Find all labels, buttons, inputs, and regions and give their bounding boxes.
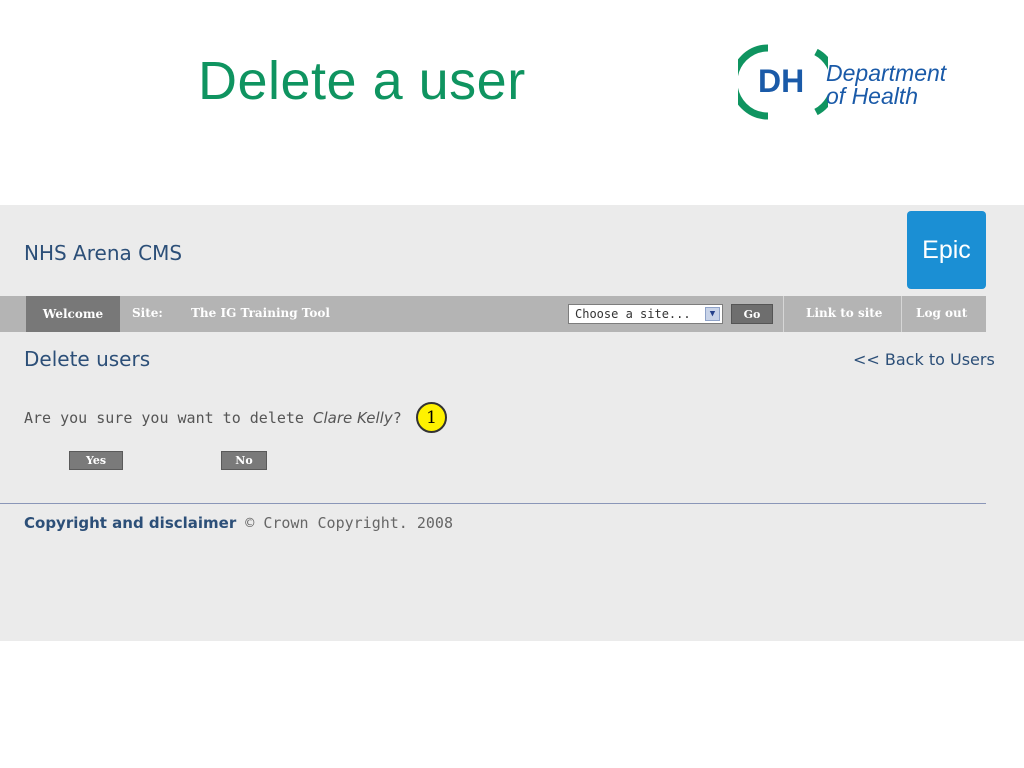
dh-wordmark: Department of Health (826, 62, 946, 108)
department-of-health-logo: DH Department of Health (738, 40, 988, 122)
nav-separator (901, 296, 902, 332)
copyright-disclaimer-link[interactable]: Copyright and disclaimer (24, 514, 236, 532)
cms-screenshot: NHS Arena CMS Epic Welcome Site: The IG … (0, 205, 1024, 641)
confirm-message: Are you sure you want to delete Clare Ke… (24, 409, 402, 427)
nav-tab-welcome[interactable]: Welcome (26, 296, 120, 332)
go-button[interactable]: Go (731, 304, 773, 324)
confirm-prefix: Are you sure you want to delete (24, 409, 313, 427)
callout-marker: 1 (416, 402, 447, 433)
footer-copyright-text: © Crown Copyright. 2008 (236, 514, 453, 532)
nav-separator (783, 296, 784, 332)
back-to-users-link[interactable]: << Back to Users (853, 350, 995, 369)
link-to-site[interactable]: Link to site (806, 306, 882, 320)
confirm-suffix: ? (392, 409, 402, 427)
user-name: Clare Kelly (312, 409, 393, 427)
footer-divider (0, 503, 986, 504)
epic-logo: Epic (907, 211, 986, 289)
site-select-value: Choose a site... (575, 307, 691, 321)
nav-site-label: Site: (132, 306, 163, 320)
no-button[interactable]: No (221, 451, 267, 470)
page-heading: Delete users (24, 347, 151, 371)
dh-initials: DH (758, 63, 804, 99)
cms-title: NHS Arena CMS (24, 241, 183, 265)
log-out-link[interactable]: Log out (916, 306, 967, 320)
nav-site-name: The IG Training Tool (191, 306, 330, 320)
nav-bar: Welcome Site: The IG Training Tool Choos… (0, 296, 986, 332)
dh-wordmark-line2: of Health (826, 83, 919, 109)
footer: Copyright and disclaimer © Crown Copyrig… (24, 514, 453, 532)
chevron-down-icon[interactable]: ▼ (705, 307, 720, 321)
yes-button[interactable]: Yes (69, 451, 123, 470)
dh-emblem-icon: DH (738, 44, 828, 120)
slide-title: Delete a user (198, 51, 526, 111)
dh-wordmark-line1: Department (826, 60, 947, 86)
site-select[interactable]: Choose a site... ▼ (568, 304, 723, 324)
